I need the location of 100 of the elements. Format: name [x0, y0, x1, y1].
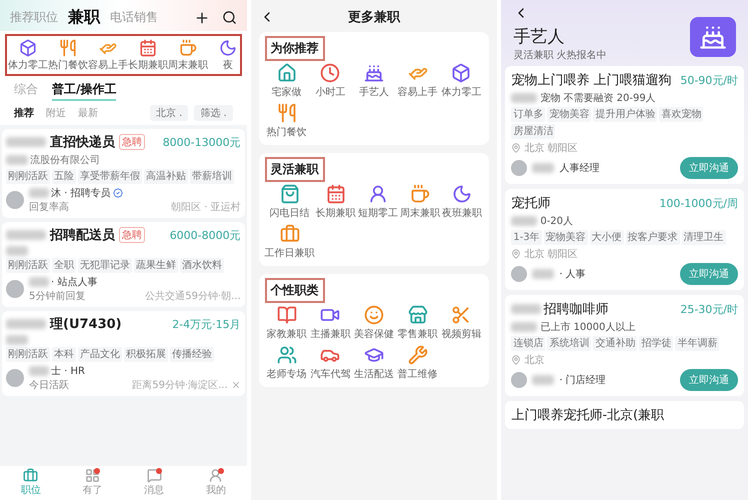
category-item[interactable]: 主播兼职 [308, 305, 352, 341]
category-item[interactable]: 手艺人 [352, 63, 396, 99]
job-tag: 本科 [52, 347, 76, 362]
recruiter-name: · 人事 [559, 268, 586, 281]
job-card[interactable]: 宠托师 100-1000元/周 0-20人 1-3年 宠物美容 大小便 按客户要求 清理卫生 北京 朝阳区 · 人事 立即沟通 [505, 189, 744, 290]
job-tag: 喜欢宠物 [659, 107, 704, 122]
cup-icon [179, 39, 197, 57]
reply-status: 5分钟前回复 [29, 290, 86, 303]
job-title: 上门喂养宠托师-北京(兼职 [511, 407, 664, 424]
category-item[interactable]: 周末兼职 [398, 184, 442, 220]
category-item[interactable]: 宅家做 [264, 63, 308, 99]
category-item[interactable]: 短期零工 [356, 184, 399, 220]
job-tag: 全职 [52, 258, 76, 273]
category-item[interactable]: 家教兼职 [264, 305, 308, 341]
house-icon [276, 63, 297, 83]
job-card[interactable]: 上门喂养宠托师-北京(兼职 [505, 401, 744, 429]
nav-tab[interactable]: 职位 [20, 468, 41, 497]
category-item[interactable]: 夜班兼职 [441, 184, 484, 220]
category-item[interactable]: 夜 [211, 39, 240, 72]
moon-icon [452, 184, 472, 204]
top-tab[interactable]: 兼职 [68, 7, 100, 28]
job-location: 距离59分钟·海淀区... [132, 378, 228, 392]
job-tag: 1-3年 [511, 230, 542, 245]
avatar [6, 191, 24, 209]
category-item[interactable]: 工作日兼职 [264, 224, 315, 260]
category-item[interactable]: 容易上手 [396, 63, 440, 99]
job-tag: 积极拓展 [124, 347, 168, 362]
category-item[interactable]: 美容保健 [352, 305, 396, 341]
job-card[interactable]: 理(U7430) 2-4万元·15月 刚刚活跃 本科 产品文化 积极拓展 传播经验 士 · HR 今日活跃 距离59分钟·海淀区... [2, 311, 245, 396]
filter-dropdown[interactable]: 筛选 . [194, 105, 233, 121]
add-icon[interactable] [194, 10, 210, 26]
job-tag: 按客户要求 [626, 230, 680, 245]
job-card[interactable]: 招聘配送员 急聘 6000-8000元 刚刚活跃 全职 无犯罪记录 蔬果生鲜 酒水饮料 · 站点人事 5分钟前回复 公共交通59分钟·朝... [2, 222, 245, 307]
people-icon [276, 345, 297, 365]
sort-option[interactable]: 推荐 [14, 106, 34, 120]
search-icon[interactable] [222, 10, 237, 25]
category-item[interactable]: 生活配送 [352, 345, 396, 381]
job-title: 招聘咖啡师 [543, 301, 608, 318]
reply-status: 回复率高 [29, 200, 70, 214]
job-card[interactable]: 宠物上门喂养 上门喂猫遛狗 50-90元/时 宠物 不需要融资 20-99人 订单多 宠物美容 提升用户体验 喜欢宠物 房屋清洁 北京 朝阳区 人事经理 立即沟通 [505, 66, 744, 184]
filter-dropdown[interactable]: 北京 . [150, 105, 188, 121]
category-item[interactable]: 零售兼职 [396, 305, 440, 341]
avatar [511, 372, 528, 388]
recruiter-name: 士 · HR [51, 364, 86, 378]
category-item[interactable]: 汽车代驾 [308, 345, 352, 381]
job-tag: 宠物美容 [547, 107, 592, 122]
job-tag: 招学徒 [639, 336, 674, 351]
blurred-text [6, 246, 28, 256]
category-item[interactable]: 体力零工 [440, 63, 484, 99]
job-title: 宠物上门喂养 上门喂猫遛狗 [511, 72, 672, 89]
job-tag: 宠物美容 [544, 230, 588, 245]
salary: 6000-8000元 [170, 228, 241, 242]
category-item[interactable]: 老师专场 [264, 345, 308, 381]
job-tag: 享受带薪年假 [78, 169, 142, 184]
job-title: 直招快递员 [50, 134, 115, 151]
page-subtitle: 灵活兼职 火热报名中 [513, 48, 607, 62]
category-item[interactable]: 闪电日结 [264, 184, 315, 220]
cake-icon [690, 17, 736, 57]
blurred-text [6, 155, 28, 165]
category-item[interactable]: 长期兼职 [314, 184, 357, 220]
bag-icon [280, 184, 300, 204]
category-item[interactable]: 小时工 [308, 63, 352, 99]
sub-tab[interactable]: 普工/操作工 [52, 81, 116, 101]
job-tag: 订单多 [511, 107, 546, 122]
recruiter-name: · 站点人事 [51, 276, 98, 289]
job-tag: 蔬果生鲜 [134, 258, 178, 273]
job-card[interactable]: 招聘咖啡师 25-30元/时 已上市 10000人以上 连锁店 系统培训 交通补助 招学徒 半年调薪 北京 · 门店经理 立即沟通 [505, 295, 744, 396]
location-pin-icon [511, 249, 522, 259]
job-tag: 酒水饮料 [180, 258, 224, 273]
blurred-text [532, 269, 554, 279]
message-icon [146, 468, 162, 483]
fork-knife-icon [59, 39, 77, 57]
sort-option[interactable]: 附近 [46, 106, 66, 120]
category-item[interactable]: 热门餐饮 [264, 103, 308, 139]
recruiter-name: · 门店经理 [559, 374, 606, 387]
job-tag: 清理卫生 [682, 230, 726, 245]
category-item[interactable]: 普工维修 [396, 345, 440, 381]
blurred-text [511, 93, 538, 103]
salary: 100-1000元/周 [659, 196, 738, 210]
briefcase-icon [23, 468, 38, 483]
scissors-icon [451, 305, 472, 325]
job-location: 北京 [524, 354, 544, 367]
calendar-icon [326, 184, 346, 204]
blurred-text [532, 163, 554, 173]
job-tag: 提升用户体验 [593, 107, 658, 122]
section-title: 个性职类 [264, 278, 325, 303]
job-location: 朝阳区 · 亚运村 [171, 200, 241, 214]
blurred-text [29, 188, 49, 198]
blurred-text [511, 216, 538, 226]
recruiter-name: 沐 · 招聘专员 [51, 186, 111, 200]
job-tag: 房屋清洁 [511, 124, 556, 139]
job-card[interactable]: 直招快递员 急聘 8000-13000元 流股份有限公司 刚刚活跃 五险 享受带薪年假 高温补贴 带薪培训 沐 · 招聘专员 回复率高 朝阳区 · 亚运村 [2, 129, 245, 218]
blurred-text [511, 322, 538, 332]
category-item[interactable]: 视频剪辑 [440, 305, 484, 341]
location-pin-icon [511, 355, 522, 365]
job-tag: 产品文化 [78, 347, 122, 362]
job-tag: 高温补贴 [144, 169, 188, 184]
job-tag: 无犯罪记录 [78, 258, 132, 273]
avatar [6, 369, 24, 387]
company-info: 0-20人 [540, 215, 574, 228]
